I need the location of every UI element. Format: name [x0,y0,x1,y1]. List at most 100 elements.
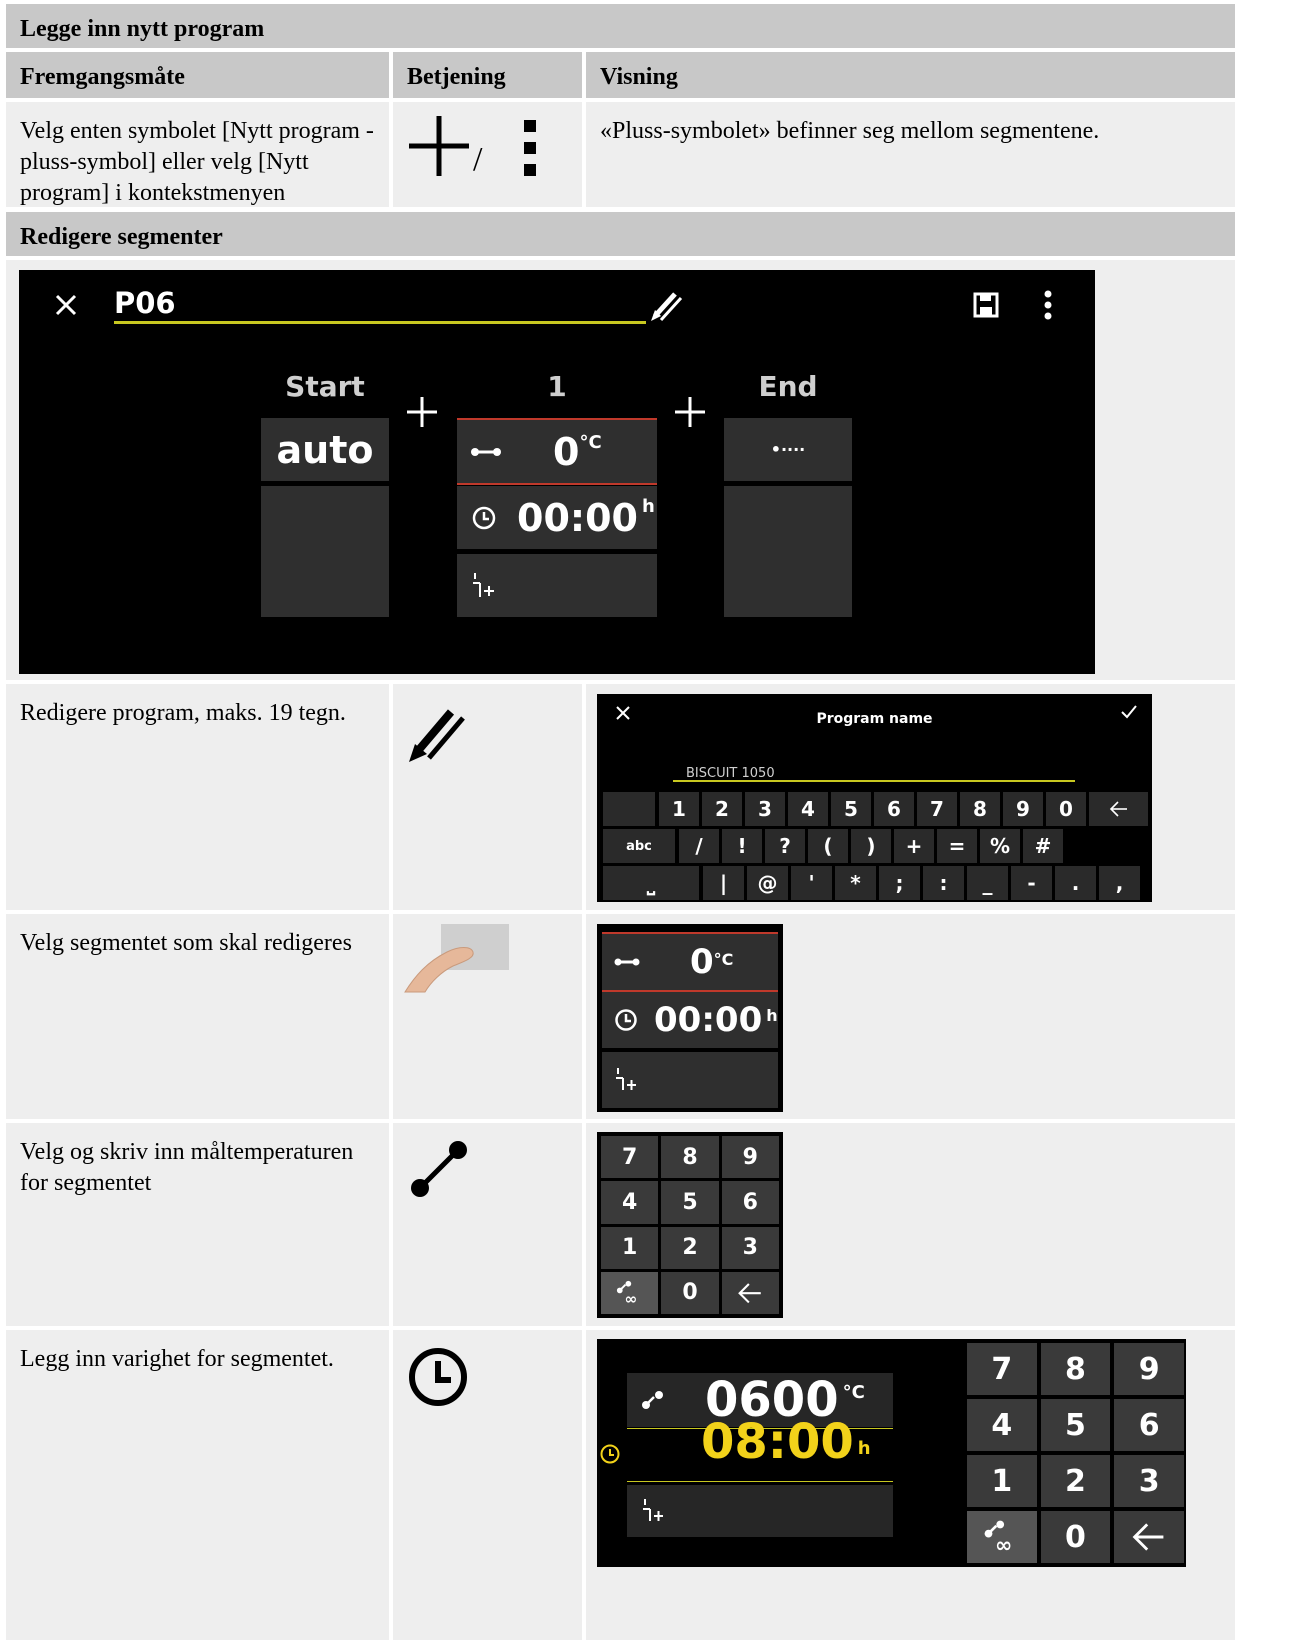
keyboard-symbol-key-4[interactable]: ; [879,866,920,900]
clock-icon [472,506,496,529]
context-menu-icon[interactable] [1037,290,1059,320]
start-mode-tile[interactable]: auto [261,418,389,481]
keyboard-symbol-key-7[interactable]: - [1011,866,1052,900]
keyboard-symbol-key-8[interactable]: . [1055,866,1096,900]
event-add-icon [473,572,494,597]
keypad-key-4[interactable]: 4 [967,1399,1037,1451]
segment-event-tile[interactable] [457,554,657,617]
keypad-key-7[interactable]: 7 [601,1136,659,1179]
keypad-key-0[interactable]: 0 [661,1271,719,1314]
add-segment-plus-icon[interactable] [405,395,439,429]
duration-temperature-unit: °C [842,1382,865,1403]
svg-text:∞: ∞ [625,1289,638,1307]
duration-temperature-value: 0600 [705,1371,839,1428]
column-label-start: Start [285,370,365,403]
keyboard-key-1[interactable]: ! [722,829,762,863]
keypad-key-0[interactable]: 0 [1040,1511,1111,1563]
keypad-backspace-key[interactable] [721,1271,779,1314]
keyboard-key-7[interactable]: 7 [917,792,957,826]
keyboard-symbol-key-0[interactable]: | [703,866,744,900]
keypad-key-6[interactable]: 6 [1114,1399,1184,1451]
keypad-key-1[interactable]: 1 [601,1226,659,1269]
keyboard-blank-key[interactable] [603,792,655,826]
duration-time-input[interactable]: 08:00 h [701,1418,871,1466]
keyboard-key-6[interactable]: 6 [874,792,914,826]
keyboard-key-3[interactable]: 3 [745,792,785,826]
keypad-key-8[interactable]: 8 [1040,1343,1111,1395]
display-select-segment: 0 °C 00:00 h [586,914,1235,1119]
keyboard-key-7[interactable]: % [980,829,1020,863]
keyboard-key-3[interactable]: ( [808,829,848,863]
start-empty-tile [261,486,389,617]
keypad-key-5[interactable]: 5 [1040,1399,1111,1451]
segment-temperature-value: 0 [690,941,714,982]
end-mode-tile[interactable]: •···· [724,418,852,481]
keyboard-key-0[interactable]: 0 [1046,792,1086,826]
display-plus-symbol-note: «Pluss-symbolet» befinner seg mellom seg… [586,102,1235,207]
keypad-key-3[interactable]: 3 [721,1226,779,1269]
keypad-key-3[interactable]: 3 [1114,1455,1184,1507]
keyboard-key-9[interactable]: 9 [1003,792,1043,826]
keyboard-symbol-key-5[interactable]: : [923,866,964,900]
keyboard-symbol-key-1[interactable]: @ [747,866,788,900]
keypad-ramp-infinity-key[interactable]: ∞ [967,1511,1037,1563]
segment-temperature-tile[interactable]: 0 °C [457,418,657,485]
duration-event-tile[interactable] [627,1485,893,1537]
keyboard-space-key[interactable]: ⎵ [603,866,699,900]
finger-tap-icon [404,924,509,993]
keypad-key-9[interactable]: 9 [1114,1343,1184,1395]
keyboard-symbol-key-6[interactable]: _ [967,866,1008,900]
event-add-icon [643,1499,663,1521]
keyboard-symbol-key-3[interactable]: * [835,866,876,900]
close-icon[interactable] [55,294,77,316]
keyboard-key-6[interactable]: = [937,829,977,863]
section-title-new-program: Legge inn nytt program [6,4,1235,48]
program-name-underline [114,321,646,324]
keyboard-key-2[interactable]: 2 [702,792,742,826]
context-menu-icon [524,120,536,176]
keypad-key-2[interactable]: 2 [1040,1455,1111,1507]
end-empty-tile [724,486,852,617]
segment-time-tile[interactable]: 00:00 h [457,486,657,549]
keypad-key-6[interactable]: 6 [721,1181,779,1224]
segment-time-tile[interactable]: 00:00 h [602,992,778,1048]
segment-temperature-tile[interactable]: 0 °C [602,932,778,992]
add-segment-plus-icon[interactable] [673,395,707,429]
clock-icon [615,1009,637,1031]
name-input[interactable]: BISCUIT 1050 [686,758,775,789]
keypad-key-9[interactable]: 9 [721,1136,779,1179]
keyboard-key-5[interactable]: 5 [831,792,871,826]
keyboard-key-8[interactable]: # [1023,829,1063,863]
keyboard-key-8[interactable]: 8 [960,792,1000,826]
program-name[interactable]: P06 [114,286,176,320]
keyboard-key-4[interactable]: 4 [788,792,828,826]
keyboard-symbol-key-9[interactable]: , [1099,866,1140,900]
keypad-key-2[interactable]: 2 [661,1226,719,1269]
keypad-key-5[interactable]: 5 [661,1181,719,1224]
keyboard-key-2[interactable]: ? [765,829,805,863]
duration-screen: 0600 °C 08:00 h 7 8 9 4 5 6 1 2 3 ∞ 0 [597,1339,1186,1567]
pencil-icon[interactable] [649,288,683,322]
confirm-check-icon[interactable] [1121,705,1137,719]
keyboard-symbol-key-2[interactable]: ' [791,866,832,900]
column-label-segment-1: 1 [547,370,567,403]
keypad-ramp-infinity-key[interactable]: ∞ [601,1271,659,1314]
keyboard-key-5[interactable]: + [894,829,934,863]
keypad-key-7[interactable]: 7 [967,1343,1037,1395]
keyboard-key-0[interactable]: / [679,829,719,863]
keypad-backspace-key[interactable] [1114,1511,1184,1563]
operation-select-segment [393,914,582,1119]
keypad-key-4[interactable]: 4 [601,1181,659,1224]
keyboard-abc-key[interactable]: abc [603,829,675,863]
keyboard-backspace-key[interactable] [1089,792,1148,826]
save-icon[interactable] [973,292,999,318]
duration-time-value: 08:00 [701,1414,854,1470]
segment-event-tile[interactable] [602,1052,778,1108]
segment-temperature-unit: °C [579,432,602,453]
keyboard-key-1[interactable]: 1 [659,792,699,826]
svg-text:∞: ∞ [995,1532,1012,1556]
keypad-key-8[interactable]: 8 [661,1136,719,1179]
keypad-key-1[interactable]: 1 [967,1455,1037,1507]
character-keyboard: 1 2 3 4 5 6 7 8 9 0 abc /!?() + =% # ⎵ | @ ' *;: _ -., [603,792,1148,900]
keyboard-key-4[interactable]: ) [851,829,891,863]
